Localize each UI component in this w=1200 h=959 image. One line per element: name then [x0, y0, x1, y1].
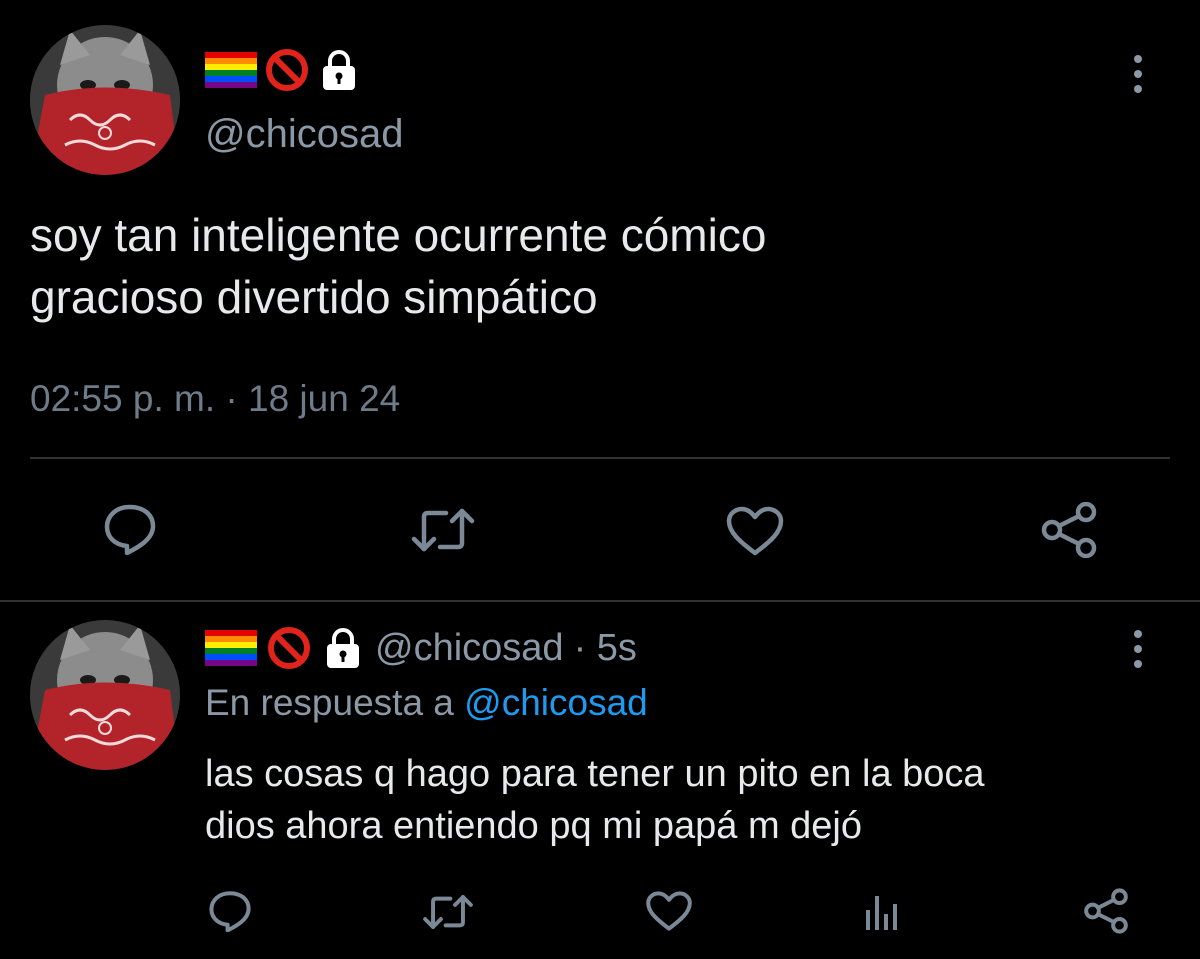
more-vertical-icon[interactable]	[1132, 55, 1144, 93]
lock-icon	[321, 626, 365, 670]
reply-icon	[209, 891, 251, 932]
views-icon	[866, 896, 897, 930]
avatar[interactable]	[30, 25, 180, 175]
author-handle[interactable]: @chicosad	[205, 112, 403, 157]
reply-header: @chicosad · 5s	[205, 626, 637, 670]
retweet-icon	[411, 508, 475, 552]
like-button[interactable]	[725, 505, 785, 557]
rainbow-flag-icon	[205, 52, 257, 88]
tweet-text-line: gracioso divertido simpático	[30, 271, 598, 323]
reply-text-line: dios ahora entiendo pq mi papá m dejó	[205, 805, 863, 847]
retweet-button[interactable]	[410, 505, 476, 555]
lock-icon	[317, 48, 361, 92]
reply-text: las cosas q hago para tener un pito en l…	[205, 748, 1185, 852]
reply-icon	[104, 504, 156, 555]
reply-button[interactable]	[208, 890, 252, 932]
section-divider	[0, 600, 1200, 602]
tweet-text-line: soy tan inteligente ocurrente cómico	[30, 209, 767, 261]
share-button[interactable]	[1040, 502, 1098, 558]
like-icon	[726, 506, 784, 556]
reply-author-handle[interactable]: @chicosad	[375, 627, 564, 670]
like-icon	[646, 891, 692, 931]
reply-prefix: En respuesta a	[205, 682, 454, 723]
share-button[interactable]	[1083, 888, 1129, 934]
reply-mention-link[interactable]: @chicosad	[464, 682, 648, 723]
divider	[30, 457, 1170, 459]
share-icon	[1084, 888, 1128, 934]
prohibited-icon	[267, 626, 311, 670]
rainbow-flag-icon	[205, 630, 257, 666]
tweet-timestamp[interactable]: 02:55 p. m. · 18 jun 24	[30, 378, 400, 420]
share-icon	[1041, 502, 1097, 558]
reply-avatar[interactable]	[30, 620, 180, 770]
prohibited-icon	[265, 48, 309, 92]
reply-age: · 5s	[573, 626, 637, 669]
reply-button[interactable]	[103, 503, 157, 555]
reply-text-line: las cosas q hago para tener un pito en l…	[205, 753, 985, 795]
retweet-icon	[423, 895, 473, 929]
reply-context: En respuesta a @chicosad	[205, 682, 648, 724]
views-button[interactable]	[862, 890, 902, 932]
retweet-button[interactable]	[422, 892, 474, 932]
more-vertical-icon[interactable]	[1132, 630, 1144, 668]
tweet-text: soy tan inteligente ocurrente cómico gra…	[30, 204, 1170, 328]
user-badges	[205, 48, 361, 92]
like-button[interactable]	[645, 890, 693, 932]
